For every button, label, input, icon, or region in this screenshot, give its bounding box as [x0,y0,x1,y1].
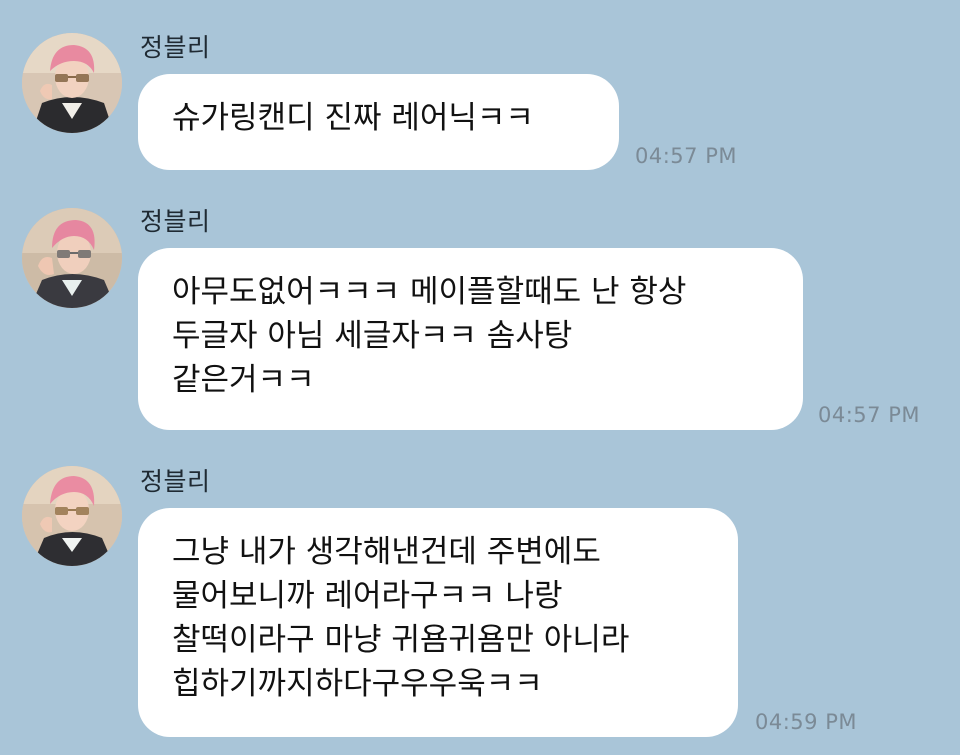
avatar[interactable] [22,208,122,308]
profile-photo-icon [22,466,122,566]
avatar[interactable] [22,33,122,133]
sender-name: 정블리 [140,467,211,496]
message-timestamp: 04:57 PM [635,144,737,168]
message-timestamp: 04:59 PM [755,710,857,734]
message-bubble[interactable]: 아무도없어ㅋㅋㅋ 메이플할때도 난 항상 두글자 아님 세글자ㅋㅋ 솜사탕 같은… [138,248,803,430]
message-bubble[interactable]: 슈가링캔디 진짜 레어닉ㅋㅋ [138,74,619,170]
sender-name: 정블리 [140,207,211,236]
profile-photo-icon [22,208,122,308]
sender-name: 정블리 [140,33,211,62]
message-timestamp: 04:57 PM [818,403,920,427]
profile-photo-icon [22,33,122,133]
message-bubble[interactable]: 그냥 내가 생각해낸건데 주변에도 물어보니까 레어라구ㅋㅋ 나랑 찰떡이라구 … [138,508,738,737]
avatar[interactable] [22,466,122,566]
